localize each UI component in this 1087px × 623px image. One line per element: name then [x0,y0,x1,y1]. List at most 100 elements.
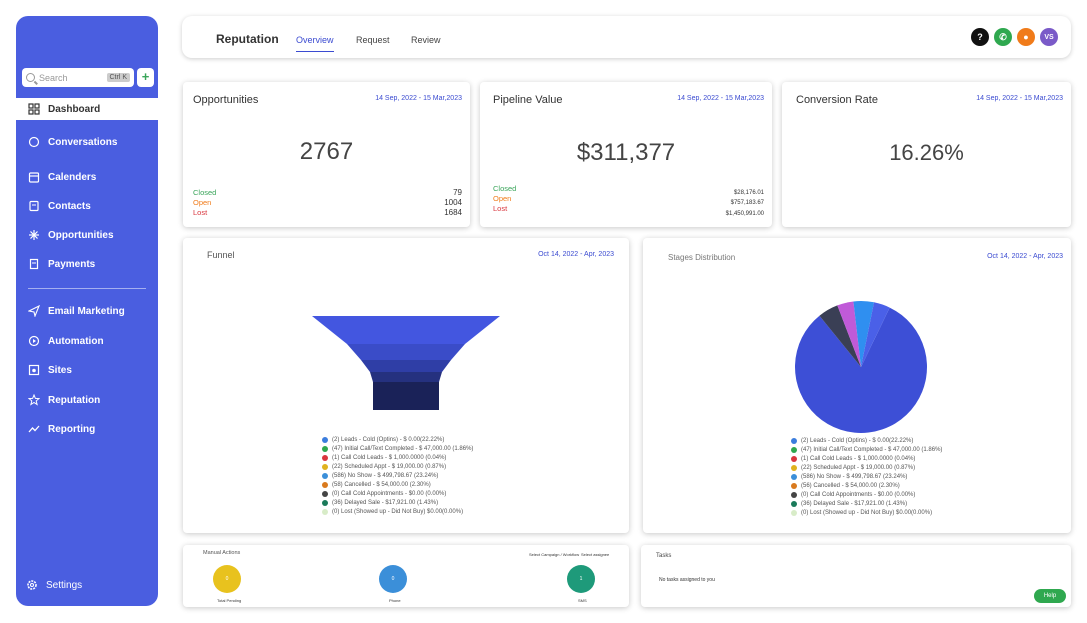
sidebar-item-label: Email Marketing [48,305,125,317]
legend-swatch [322,499,328,506]
pipeline-value: $311,377 [576,139,676,166]
legend-swatch [322,490,328,497]
legend-label: (58) Cancelled - $ 54,000.00 (2.30%) [332,481,431,488]
date-range[interactable]: Oct 14, 2022 - Apr, 2023 [538,251,614,258]
legend-swatch [791,446,797,453]
funnel-stage-1[interactable] [347,344,465,360]
sidebar-item-email-marketing[interactable]: Email Marketing [16,300,158,322]
legend-swatch [791,473,797,480]
sidebar-item-opportunities[interactable]: Opportunities [16,224,158,246]
stages-legend: (2) Leads - Cold (Optins) - $ 0.00(22.22… [791,436,942,517]
legend-item: (1) Call Cold Leads - $ 1,000.0000 (0.04… [322,453,473,462]
legend-swatch [791,437,797,444]
star-icon [28,394,40,406]
date-range[interactable]: Oct 14, 2022 - Apr, 2023 [987,253,1063,260]
sidebar-item-label: Sites [48,364,72,376]
help-button[interactable]: Help [1034,589,1066,603]
stat-open-label: Open [193,198,212,207]
stat-open-value: 1004 [444,198,462,207]
opportunities-value: 2767 [299,138,354,165]
assignee-select[interactable]: Select assignee [581,552,609,557]
conversion-value: 16.26% [889,140,964,165]
legend-label: (47) Initial Call/Text Completed - $ 47,… [332,445,474,452]
tasks-card: Tasks No tasks assigned to you Help [641,545,1071,607]
sites-icon [28,364,40,376]
legend-item: (1) Call Cold Leads - $ 1,000.0000 (0.04… [791,454,942,463]
sidebar-item-reputation[interactable]: Reputation [16,389,158,411]
sidebar-item-label: Dashboard [48,103,101,115]
card-title: Manual Actions [203,550,241,556]
funnel-stage-4[interactable] [373,382,439,410]
date-range[interactable]: 14 Sep, 2022 - 15 Mar,2023 [976,95,1063,102]
quick-add-button[interactable]: + [137,68,154,87]
legend-swatch [322,445,328,452]
help-label: Help [1043,593,1057,599]
sidebar-item-automation[interactable]: Automation [16,330,158,352]
stat-closed-value: 79 [453,188,462,197]
sidebar-item-label: Reputation [48,394,101,406]
date-range[interactable]: 14 Sep, 2022 - 15 Mar,2023 [375,95,462,102]
tab-review[interactable]: Review [411,35,441,45]
sidebar-item-reporting[interactable]: Reporting [16,418,158,440]
sidebar-item-payments[interactable]: Payments [16,253,158,275]
help-icon[interactable]: ? [971,28,989,46]
card-title: Pipeline Value [493,94,563,106]
phone-icon[interactable]: ✆ [994,28,1012,46]
legend-swatch [322,436,328,443]
legend-label: (36) Delayed Sale - $17,921.00 (1.43%) [332,499,439,506]
legend-item: (22) Scheduled Appt - $ 19,000.00 (0.87%… [322,462,473,471]
funnel-stage-2[interactable] [361,360,451,372]
legend-label: (47) Initial Call/Text Completed - $ 47,… [801,446,943,453]
phone-circle[interactable]: 0 [379,565,407,593]
campaign-select[interactable]: Select Campaign / Workflow [529,552,579,557]
legend-label: (0) Call Cold Appointments - $0.00 (0.00… [801,491,916,498]
sidebar-item-label: Contacts [48,200,91,212]
funnel-card: Funnel Oct 14, 2022 - Apr, 2023 (2) Lead… [183,238,629,533]
funnel-stage-3[interactable] [370,372,442,382]
pipeline-card: Pipeline Value 14 Sep, 2022 - 15 Mar,202… [480,82,772,227]
sidebar-item-label: Opportunities [48,229,114,241]
sidebar-item-sites[interactable]: Sites [16,359,158,381]
stat-lost-value: 1684 [444,208,462,217]
stages-pie-chart [795,301,927,433]
stat-lost-value: $1,450,991.00 [725,211,764,217]
sms-count: 1 [579,576,583,582]
search-box[interactable]: Ctrl K [22,68,134,87]
legend-label: (1) Call Cold Leads - $ 1,000.0000 (0.04… [801,455,916,462]
legend-label: (1) Call Cold Leads - $ 1,000.0000 (0.04… [332,454,447,461]
pending-label: Total Pending [217,598,242,603]
tab-request[interactable]: Request [356,35,390,45]
card-title: Stages Distribution [668,253,736,262]
legend-label: (586) No Show - $ 499,798.67 (23.24%) [801,473,908,480]
legend-item: (2) Leads - Cold (Optins) - $ 0.00(22.22… [791,436,942,445]
chat-bubble-icon [28,136,40,148]
legend-swatch [322,463,328,470]
opportunities-card: Opportunities 14 Sep, 2022 - 15 Mar,2023… [183,82,470,227]
tasks-empty-text: No tasks assigned to you [659,577,715,583]
search-input[interactable] [39,72,103,83]
legend-swatch [322,472,328,479]
contacts-icon [28,200,40,212]
sidebar-item-settings[interactable]: Settings [16,574,158,596]
date-range[interactable]: 14 Sep, 2022 - 15 Mar,2023 [677,95,764,102]
avatar[interactable]: VS [1040,28,1058,46]
legend-swatch [791,509,797,516]
tab-overview[interactable]: Overview [296,35,334,52]
pending-circle[interactable]: 0 [213,565,241,593]
legend-label: (0) Lost (Showed up - Did Not Buy) $0.00… [332,508,464,515]
sms-circle[interactable]: 1 [567,565,595,593]
funnel-stage-0[interactable] [312,316,500,344]
bell-icon[interactable]: ● [1017,28,1035,46]
opportunities-icon [28,229,40,241]
sidebar-item-conversations[interactable]: Conversations [16,131,158,153]
sidebar-item-dashboard[interactable]: Dashboard [16,98,158,120]
legend-swatch [322,508,328,515]
legend-item: (0) Lost (Showed up - Did Not Buy) $0.00… [322,507,473,516]
payments-icon [28,258,40,270]
manual-actions-card: Manual Actions Select Campaign / Workflo… [183,545,629,607]
top-bar: Reputation Overview Request Review ? ✆ ●… [182,16,1071,58]
sidebar-item-calenders[interactable]: Calenders [16,166,158,188]
sidebar-item-contacts[interactable]: Contacts [16,195,158,217]
legend-swatch [791,455,797,462]
legend-item: (36) Delayed Sale - $17,921.00 (1.43%) [791,499,942,508]
